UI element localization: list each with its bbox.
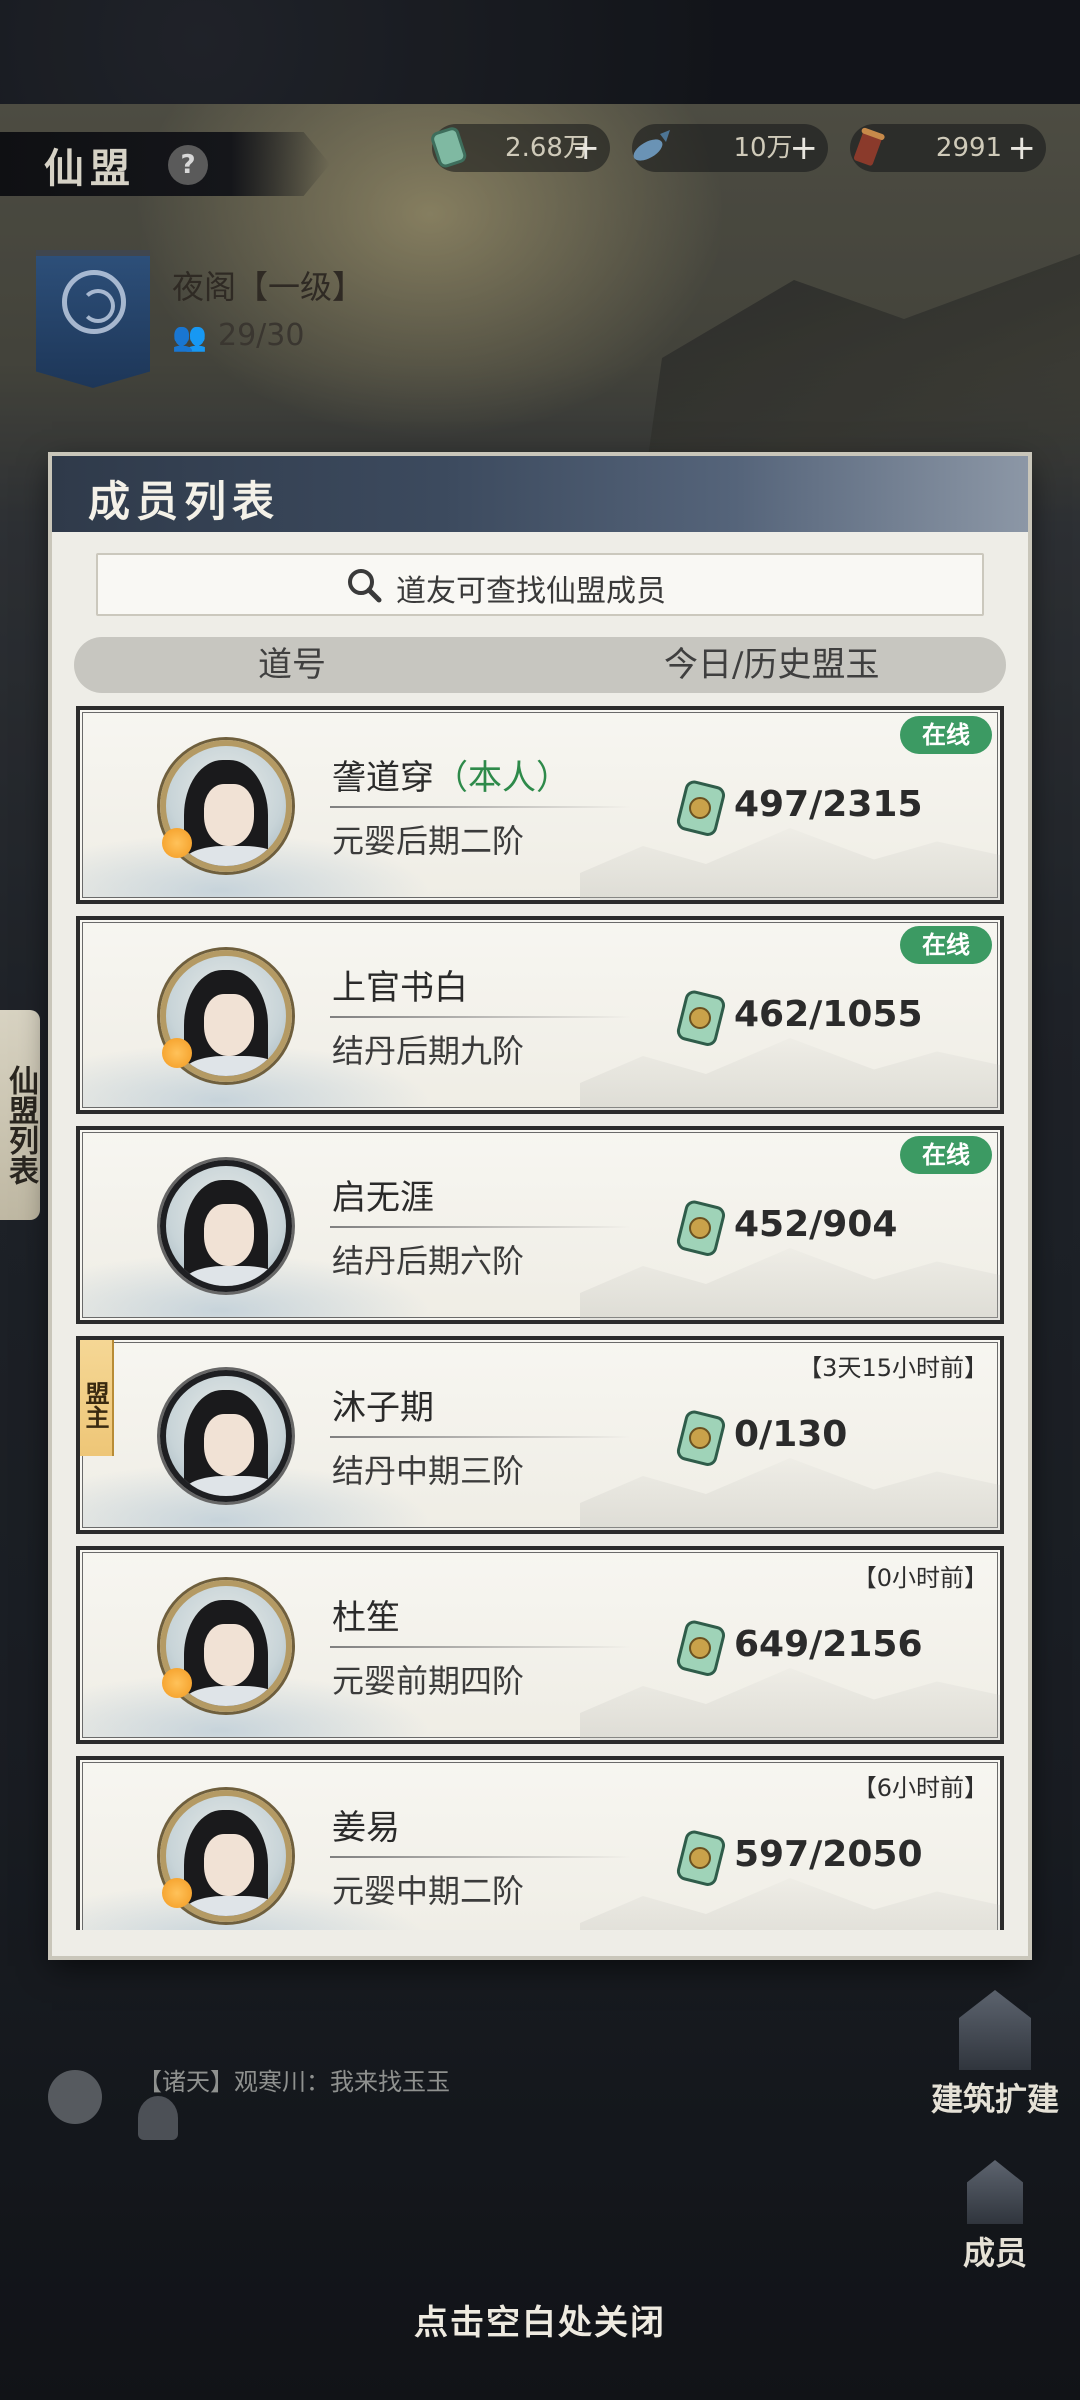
member-rank: 元婴中期二阶 bbox=[332, 1872, 525, 1910]
last-online-time: 【0小时前】 bbox=[852, 1564, 988, 1592]
fish-icon bbox=[633, 130, 670, 161]
member-card[interactable]: 盟主 沐子期 结丹中期三阶 0/130 【3天15小时前】 bbox=[76, 1336, 1004, 1534]
avatar-frame-decor-icon bbox=[162, 1668, 192, 1698]
jade-token-icon bbox=[676, 1620, 726, 1676]
column-name-label: 道号 bbox=[258, 645, 326, 685]
jade-icon bbox=[431, 127, 467, 168]
member-name: 杜笙 bbox=[332, 1598, 400, 1638]
member-card[interactable]: 姜易 元婴中期二阶 597/2050 【6小时前】 bbox=[76, 1756, 1004, 1930]
member-rank: 元婴后期二阶 bbox=[332, 822, 525, 860]
card-divider bbox=[330, 1646, 630, 1648]
online-badge: 在线 bbox=[900, 926, 992, 964]
leader-tag: 盟主 bbox=[80, 1340, 114, 1456]
avatar-frame-decor-icon bbox=[162, 1038, 192, 1068]
scroll-icon bbox=[853, 127, 885, 166]
people-icon: 👥 bbox=[172, 320, 207, 353]
resource-jade: 2.68万 + bbox=[431, 124, 610, 172]
card-divider bbox=[330, 806, 630, 808]
pavilion-icon bbox=[959, 1990, 1031, 2070]
resource-jade-add-button[interactable]: + bbox=[572, 124, 601, 172]
members-icon bbox=[967, 2160, 1023, 2224]
member-rank: 结丹后期九阶 bbox=[332, 1032, 525, 1070]
resource-scroll-add-button[interactable]: + bbox=[1008, 124, 1037, 172]
guild-emblem-icon bbox=[62, 270, 126, 334]
resource-scroll: 2991 + bbox=[850, 124, 1046, 172]
page-title: 仙盟 bbox=[44, 145, 136, 192]
last-online-time: 【6小时前】 bbox=[852, 1774, 988, 1802]
search-placeholder: 道友可查找仙盟成员 bbox=[396, 574, 666, 609]
jade-token-icon bbox=[676, 1200, 726, 1256]
member-card[interactable]: 杜笙 元婴前期四阶 649/2156 【0小时前】 bbox=[76, 1546, 1004, 1744]
member-jade-value: 452/904 bbox=[734, 1204, 898, 1245]
member-name: 沐子期 bbox=[332, 1388, 434, 1428]
column-header: 道号 今日/历史盟玉 bbox=[74, 637, 1006, 693]
member-name: 詟道穿（本人） bbox=[332, 758, 570, 798]
guild-member-count: 29/30 bbox=[218, 318, 305, 353]
resource-fish-add-button[interactable]: + bbox=[790, 124, 819, 172]
online-badge: 在线 bbox=[900, 716, 992, 754]
card-divider bbox=[330, 1226, 630, 1228]
members-button-label: 成员 bbox=[962, 2234, 1027, 2272]
member-card[interactable]: 启无涯 结丹后期六阶 452/904 在线 bbox=[76, 1126, 1004, 1324]
self-tag: （本人） bbox=[434, 758, 570, 798]
member-jade-value: 497/2315 bbox=[734, 784, 923, 825]
member-avatar[interactable] bbox=[160, 1160, 292, 1292]
resource-fish: 10万 + bbox=[632, 124, 828, 172]
online-badge: 在线 bbox=[900, 1136, 992, 1174]
chat-message[interactable]: 【诸天】观寒川：我来找玉玉 bbox=[138, 2062, 450, 2097]
member-jade-value: 0/130 bbox=[734, 1414, 848, 1455]
column-jade-label: 今日/历史盟玉 bbox=[664, 645, 880, 685]
search-icon bbox=[348, 569, 382, 603]
member-card[interactable]: 上官书白 结丹后期九阶 462/1055 在线 bbox=[76, 916, 1004, 1114]
close-hint[interactable]: 点击空白处关闭 bbox=[0, 2295, 1080, 2344]
member-name: 姜易 bbox=[332, 1808, 400, 1848]
side-tab-guild-list[interactable]: 仙盟列表 bbox=[0, 1010, 40, 1220]
expand-building-label: 建筑扩建 bbox=[930, 2080, 1059, 2118]
chat-avatar[interactable] bbox=[48, 2070, 102, 2124]
member-rank: 元婴前期四阶 bbox=[332, 1662, 525, 1700]
avatar-frame-decor-icon bbox=[162, 1878, 192, 1908]
member-rank: 结丹后期六阶 bbox=[332, 1242, 525, 1280]
help-button[interactable]: ? bbox=[168, 145, 208, 185]
panel-title: 成员列表 bbox=[88, 477, 281, 526]
jade-token-icon bbox=[676, 990, 726, 1046]
member-card[interactable]: 詟道穿（本人） 元婴后期二阶 497/2315 在线 bbox=[76, 706, 1004, 904]
last-online-time: 【3天15小时前】 bbox=[798, 1354, 988, 1382]
member-jade-value: 597/2050 bbox=[734, 1834, 923, 1875]
card-divider bbox=[330, 1436, 630, 1438]
card-divider bbox=[330, 1016, 630, 1018]
member-avatar[interactable] bbox=[160, 1370, 292, 1502]
card-divider bbox=[330, 1856, 630, 1858]
member-name: 启无涯 bbox=[332, 1178, 434, 1218]
member-list[interactable]: 詟道穿（本人） 元婴后期二阶 497/2315 在线 上官书白 结丹后期九阶 4… bbox=[76, 706, 1006, 1930]
guild-name: 夜阁【一级】 bbox=[172, 268, 365, 306]
chat-sender-icon bbox=[138, 2096, 178, 2140]
jade-token-icon bbox=[676, 1410, 726, 1466]
member-jade-value: 462/1055 bbox=[734, 994, 923, 1035]
expand-building-button[interactable]: 建筑扩建 bbox=[920, 1990, 1070, 2120]
member-name: 上官书白 bbox=[332, 968, 468, 1008]
members-button[interactable]: 成员 bbox=[940, 2160, 1050, 2274]
member-rank: 结丹中期三阶 bbox=[332, 1452, 525, 1490]
member-jade-value: 649/2156 bbox=[734, 1624, 923, 1665]
jade-token-icon bbox=[676, 1830, 726, 1886]
jade-token-icon bbox=[676, 780, 726, 836]
avatar-frame-decor-icon bbox=[162, 828, 192, 858]
